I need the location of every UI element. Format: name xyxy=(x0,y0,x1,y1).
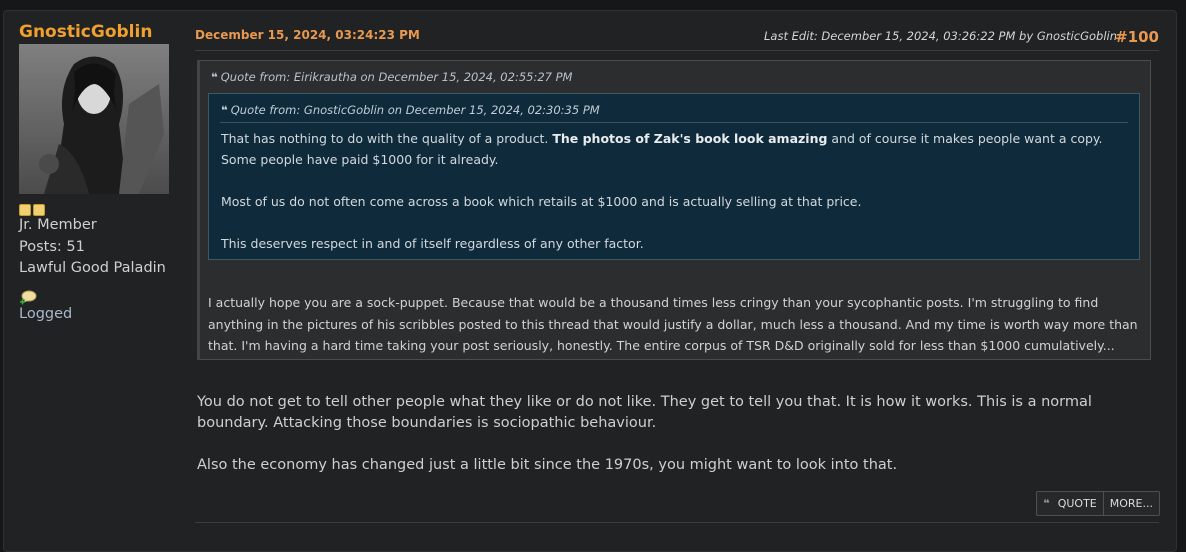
poster-post-count: Posts: 51 xyxy=(19,238,85,255)
avatar[interactable] xyxy=(19,44,169,194)
poster-username[interactable]: GnosticGoblin xyxy=(19,22,179,42)
quote-divider xyxy=(220,122,1128,123)
quote-header-outer[interactable]: ❝ Quote from: Eirikrautha on December 15,… xyxy=(200,61,1150,90)
more-button-label: MORE... xyxy=(1109,497,1153,510)
online-status: Logged xyxy=(19,305,73,322)
footer-divider xyxy=(195,522,1159,523)
quote-header-text: Quote from: GnosticGoblin on December 15… xyxy=(230,103,600,117)
post-number-link[interactable]: #100 xyxy=(1115,28,1159,46)
more-button[interactable]: MORE... xyxy=(1102,492,1159,515)
last-edit-info: Last Edit: December 15, 2024, 03:26:22 P… xyxy=(764,29,1117,43)
quote-button[interactable]: ❝ QUOTE xyxy=(1037,492,1103,515)
quote-body-outer: I actually hope you are a sock-puppet. B… xyxy=(208,295,1138,353)
header-divider xyxy=(195,50,1159,51)
quote-body-inner: That has nothing to do with the quality … xyxy=(221,128,1127,275)
post-body: You do not get to tell other people what… xyxy=(197,392,1157,497)
quote-icon: ❝ xyxy=(221,103,228,117)
poster-title: Lawful Good Paladin xyxy=(19,260,166,276)
quote-block-inner: ❝ Quote from: GnosticGoblin on December 1… xyxy=(208,93,1140,260)
post-actions: ❝ QUOTE MORE... xyxy=(1036,491,1160,516)
text-span: That has nothing to do with the quality … xyxy=(221,131,553,146)
poster-rank: Jr. Member xyxy=(19,217,97,233)
quote-paragraph: Most of us do not often come across a bo… xyxy=(221,194,862,209)
bold-text: The photos of Zak's book look amazing xyxy=(552,131,828,146)
rank-stars xyxy=(19,201,179,216)
quote-header-text: Quote from: Eirikrautha on December 15, … xyxy=(220,70,573,84)
quote-paragraph: This deserves respect in and of itself r… xyxy=(221,236,644,251)
post-paragraph: You do not get to tell other people what… xyxy=(197,394,1092,431)
quote-header-inner[interactable]: ❝ Quote from: GnosticGoblin on December 1… xyxy=(209,94,1139,123)
quote-icon: ❝ xyxy=(211,70,218,84)
post-date-link[interactable]: December 15, 2024, 03:24:23 PM xyxy=(195,28,420,42)
poster-info: GnosticGoblin Jr. Member Posts: 51 Lawfu… xyxy=(19,22,179,324)
quote-icon: ❝ xyxy=(1043,497,1050,510)
quote-paragraph: That has nothing to do with the quality … xyxy=(221,128,1127,170)
quote-button-label: QUOTE xyxy=(1057,497,1097,510)
post-paragraph: Also the economy has changed just a litt… xyxy=(197,457,898,473)
